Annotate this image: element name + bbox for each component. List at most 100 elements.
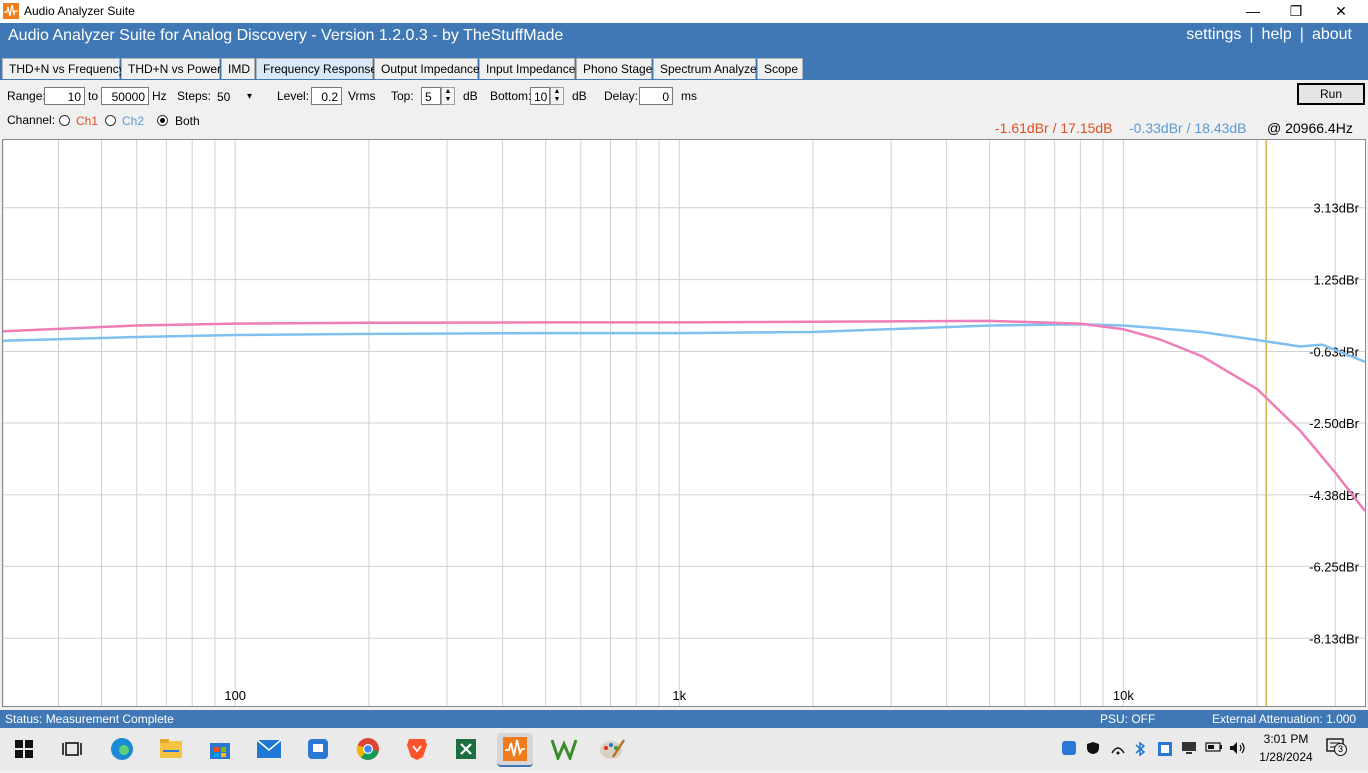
taskbar-time: 3:01 PM <box>1263 732 1309 746</box>
psu-status: PSU: OFF <box>1100 712 1156 726</box>
tab-input-impedance[interactable]: Input Impedance <box>479 58 575 79</box>
range-from-input[interactable]: 10 <box>44 87 85 105</box>
y-tick-label: 3.13dBr <box>1313 201 1359 216</box>
ch1-radio-label[interactable]: Ch1 <box>76 114 98 128</box>
both-radio[interactable] <box>157 115 168 126</box>
windows-taskbar: 3:01 PM 1/28/2024 3 <box>0 728 1368 770</box>
tray-app-icon[interactable] <box>1157 741 1173 760</box>
vrms-label: Vrms <box>348 89 376 103</box>
bottom-label: Bottom: <box>490 89 532 103</box>
app-heading: Audio Analyzer Suite for Analog Discover… <box>8 27 564 44</box>
ch2-series-line <box>2 323 1366 363</box>
app-header: Audio Analyzer Suite for Analog Discover… <box>0 23 1368 57</box>
chevron-down-icon: ▾ <box>246 91 252 102</box>
ms-label: ms <box>681 89 697 103</box>
top-stepper-icon[interactable]: ▲ ▼ <box>441 87 455 105</box>
task-view-icon[interactable] <box>56 733 88 765</box>
tray-bluetooth-icon[interactable] <box>1134 741 1146 760</box>
settings-link[interactable]: settings <box>1186 26 1241 43</box>
chrome-icon[interactable] <box>352 733 384 765</box>
ch2-radio[interactable] <box>105 115 116 126</box>
taskbar-clock[interactable]: 3:01 PM 1/28/2024 <box>1258 732 1314 764</box>
x-tick-label: 100 <box>224 688 246 703</box>
x-tick-label: 10k <box>1113 688 1134 703</box>
store-icon[interactable] <box>204 733 236 765</box>
edge-icon[interactable] <box>106 733 138 765</box>
ch2-readout: -0.33dBr / 18.43dB <box>1129 120 1247 136</box>
tray-battery-icon[interactable] <box>1205 741 1223 756</box>
tab-spectrum-analyzer[interactable]: Spectrum Analyzer <box>653 58 761 79</box>
run-button[interactable]: Run <box>1297 83 1365 105</box>
paint-icon[interactable] <box>596 733 628 765</box>
delay-label: Delay: <box>604 89 639 103</box>
tab-imd[interactable]: IMD <box>221 58 255 79</box>
tab-thdn-vs-frequency[interactable]: THD+N vs Frequency <box>2 58 125 79</box>
level-label: Level: <box>277 89 310 103</box>
y-tick-label: 1.25dBr <box>1313 273 1359 288</box>
tray-network-icon[interactable] <box>1110 741 1126 758</box>
windows-start-icon[interactable] <box>8 733 40 765</box>
remote-icon[interactable] <box>302 733 334 765</box>
minimize-button[interactable]: — <box>1230 0 1276 23</box>
tray-volume-icon[interactable] <box>1229 741 1247 758</box>
ch2-radio-label[interactable]: Ch2 <box>122 114 144 128</box>
attenuation-status: External Attenuation: 1.000 <box>1212 712 1357 726</box>
file-explorer-icon[interactable] <box>155 733 187 765</box>
both-radio-label[interactable]: Both <box>175 114 200 128</box>
y-tick-label: -2.50dBr <box>1309 416 1360 431</box>
tab-scope[interactable]: Scope <box>757 58 803 79</box>
steps-select[interactable]: 50 ▾ <box>213 87 256 105</box>
top-label: Top: <box>391 89 414 103</box>
y-tick-label: -8.13dBr <box>1309 631 1360 646</box>
w-app-icon[interactable] <box>548 733 580 765</box>
hz-label: Hz <box>152 89 167 103</box>
steps-value: 50 <box>217 90 231 104</box>
header-links: settings | help | about <box>1182 26 1356 44</box>
status-bar: Status: Measurement Complete PSU: OFF Ex… <box>0 710 1368 728</box>
link-separator: | <box>1249 26 1254 43</box>
taskbar-date: 1/28/2024 <box>1259 750 1313 764</box>
tray-display-icon[interactable] <box>1181 741 1197 758</box>
link-separator: | <box>1299 26 1304 43</box>
tab-thdn-vs-power[interactable]: THD+N vs Power <box>121 58 221 79</box>
frequency-response-plot[interactable]: 3.13dBr 1.25dBr -0.63dBr -2.50dBr -4.38dBr -6… <box>2 139 1366 707</box>
status-text: Status: Measurement Complete <box>5 712 174 726</box>
bottom-stepper-icon[interactable]: ▲ ▼ <box>550 87 564 105</box>
steps-label: Steps: <box>177 89 212 103</box>
x-tick-label: 1k <box>672 688 686 703</box>
channel-label: Channel: <box>7 113 56 127</box>
controls-panel: Range: 10 to 50000 Hz Steps: 50 ▾ Level:… <box>0 82 1368 138</box>
tab-phono-stage[interactable]: Phono Stage <box>576 58 652 79</box>
tab-strip: THD+N vs Frequency THD+N vs Power IMD Fr… <box>0 57 1368 80</box>
app-logo-icon <box>3 3 19 19</box>
tab-output-impedance[interactable]: Output Impedance <box>374 58 480 79</box>
ch1-series-line <box>2 319 1366 512</box>
notification-icon[interactable]: 3 <box>1326 738 1347 759</box>
y-tick-label: -6.25dBr <box>1309 559 1360 574</box>
to-label: to <box>88 89 99 103</box>
tray-remote-icon[interactable] <box>1062 741 1076 758</box>
restore-button[interactable]: ❐ <box>1273 0 1319 23</box>
delay-input[interactable]: 0 <box>639 87 673 105</box>
ch1-radio[interactable] <box>59 115 70 126</box>
tray-security-icon[interactable] <box>1086 741 1100 758</box>
plot-canvas[interactable]: 3.13dBr1.25dBr-0.63dBr-2.50dBr-4.38dBr-6… <box>2 140 1366 706</box>
range-label: Range: <box>7 89 46 103</box>
notification-count: 3 <box>1334 743 1347 756</box>
help-link[interactable]: help <box>1262 26 1292 43</box>
about-link[interactable]: about <box>1312 26 1352 43</box>
cursor-frequency-readout: @ 20966.4Hz <box>1267 120 1353 136</box>
range-to-input[interactable]: 50000 <box>101 87 149 105</box>
ch1-readout: -1.61dBr / 17.15dB <box>995 120 1113 136</box>
close-button[interactable]: ✕ <box>1318 0 1364 23</box>
top-input[interactable]: 5 <box>421 87 441 105</box>
window-title: Audio Analyzer Suite <box>24 4 135 18</box>
brave-icon[interactable] <box>401 733 433 765</box>
bottom-input[interactable]: 10 <box>530 87 550 105</box>
mail-icon[interactable] <box>253 733 285 765</box>
top-db-label: dB <box>463 89 478 103</box>
level-input[interactable]: 0.2 <box>311 87 342 105</box>
excel-icon[interactable] <box>450 733 482 765</box>
audio-analyzer-icon[interactable] <box>497 733 533 767</box>
tab-frequency-response[interactable]: Frequency Response <box>256 58 377 79</box>
